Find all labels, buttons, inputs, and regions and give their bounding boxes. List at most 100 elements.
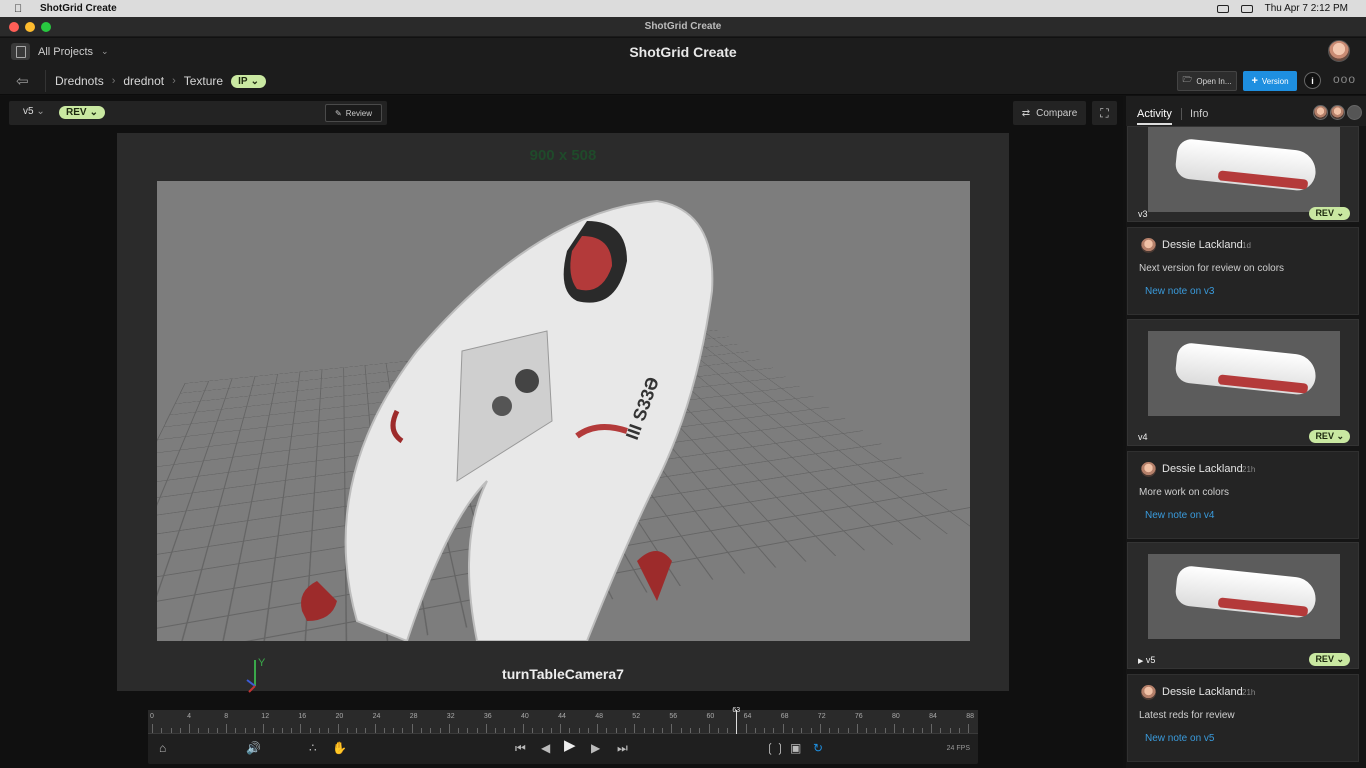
timeline-tick (857, 724, 858, 733)
timeline-minor-tick (245, 728, 246, 733)
media-viewport[interactable]: 900 x 508 III S33Ə Y turnTableCamera7 (117, 133, 1009, 691)
zoom-window-button[interactable] (41, 22, 51, 32)
minimize-window-button[interactable] (25, 22, 35, 32)
timeline: 0 4 8 12 16 20 24 28 32 36 40 44 48 52 56 60 64 68 72 76 80 8… (148, 710, 978, 764)
in-out-icon[interactable]: ❲❳ (765, 741, 785, 755)
open-in-button[interactable]: 🗁 Open In... (1177, 71, 1237, 91)
timeline-minor-tick (254, 728, 255, 733)
rss-icon[interactable]: ⌂ (159, 741, 166, 755)
timeline-minor-tick (616, 728, 617, 733)
timeline-minor-tick (180, 728, 181, 733)
jump-start-icon[interactable]: ⏮ (515, 741, 526, 755)
frame-range-icon[interactable]: ▣ (790, 741, 801, 755)
new-note-link[interactable]: New note on v5 (1145, 733, 1215, 744)
participants[interactable] (1313, 105, 1362, 120)
timeline-minor-tick (811, 728, 812, 733)
timeline-minor-tick (356, 728, 357, 733)
task-status-badge[interactable]: IP ⌄ (231, 75, 266, 88)
timeline-tick-label: 80 (892, 713, 900, 720)
note-card[interactable]: Dessie Lackland 21h More work on colors … (1127, 451, 1359, 539)
user-avatar[interactable] (1328, 40, 1350, 62)
timeline-tick (486, 724, 487, 733)
version-card-v4[interactable]: v4 REV ⌄ (1127, 319, 1359, 446)
add-version-button[interactable]: + Version (1243, 71, 1297, 91)
timeline-minor-tick (235, 728, 236, 733)
more-options-button[interactable]: ooo (1333, 72, 1356, 86)
note-author: Dessie Lackland (1162, 239, 1243, 251)
timeline-tick-label: 76 (855, 713, 863, 720)
back-arrow-icon[interactable]: ⇦ (16, 72, 29, 90)
timeline-tick-label: 52 (632, 713, 640, 720)
new-note-link[interactable]: New note on v4 (1145, 510, 1215, 521)
step-back-icon[interactable]: ◀ (541, 741, 550, 755)
menubar-app-name[interactable]: ShotGrid Create (40, 3, 117, 14)
annotate-icon[interactable]: ∴ (309, 741, 317, 755)
tab-divider (1181, 108, 1182, 120)
version-status-badge[interactable]: REV ⌄ (1309, 653, 1350, 666)
jump-end-icon[interactable]: ⏭ (617, 741, 628, 755)
timeline-minor-tick (291, 728, 292, 733)
display-icon[interactable] (1217, 5, 1229, 13)
tab-activity[interactable]: Activity (1137, 108, 1172, 120)
note-body: More work on colors (1139, 487, 1229, 498)
version-status-label: REV (1315, 654, 1334, 664)
new-note-link[interactable]: New note on v3 (1145, 286, 1215, 297)
timeline-tick-label: 56 (669, 713, 677, 720)
close-window-button[interactable] (9, 22, 19, 32)
camera-label: turnTableCamera7 (117, 666, 1009, 682)
timeline-minor-tick (393, 728, 394, 733)
breadcrumb-project[interactable]: Drednots (55, 74, 104, 88)
timeline-tick-label: 60 (707, 713, 715, 720)
timeline-ruler[interactable]: 0 4 8 12 16 20 24 28 32 36 40 44 48 52 56 60 64 68 72 76 80 8… (148, 710, 978, 734)
info-button[interactable]: i (1304, 72, 1321, 89)
open-in-label: Open In... (1196, 77, 1231, 86)
version-card-v3[interactable]: v3 REV ⌄ (1127, 126, 1359, 222)
step-forward-icon[interactable]: ▶ (591, 741, 600, 755)
version-status-badge[interactable]: REV ⌄ (1309, 430, 1350, 443)
review-button[interactable]: ✎ Review (325, 104, 382, 122)
timeline-tick (226, 724, 227, 733)
timeline-minor-tick (773, 728, 774, 733)
version-selector[interactable]: v5 ⌄ (23, 106, 45, 117)
chevron-down-icon: ⌄ (251, 76, 259, 87)
timeline-minor-tick (727, 728, 728, 733)
hand-icon[interactable]: ✋ (332, 741, 347, 755)
version-status-label: REV (1315, 208, 1334, 218)
volume-icon[interactable]: 🔊 (246, 741, 261, 755)
tab-info[interactable]: Info (1190, 108, 1208, 120)
timeline-tick (894, 724, 895, 733)
divider (45, 70, 46, 92)
app-header: All Projects ⌄ ShotGrid Create (0, 38, 1366, 66)
note-card[interactable]: Dessie Lackland 1d Next version for revi… (1127, 227, 1359, 315)
compare-button[interactable]: ⇄ Compare (1013, 101, 1086, 125)
resolution-label: 900 x 508 (117, 147, 1009, 164)
note-card[interactable]: Dessie Lackland 21h Latest reds for revi… (1127, 674, 1359, 762)
menubar-clock[interactable]: Thu Apr 7 2:12 PM (1265, 3, 1348, 14)
timeline-tick-label: 20 (336, 713, 344, 720)
version-thumbnail (1148, 554, 1340, 639)
play-icon[interactable]: ▶ (564, 739, 576, 753)
version-status-badge[interactable]: REV ⌄ (1309, 207, 1350, 220)
loop-icon[interactable]: ↻ (813, 741, 823, 755)
timeline-tick (560, 724, 561, 733)
version-status-badge[interactable]: REV ⌄ (59, 106, 105, 119)
version-card-v5[interactable]: ▶ v5 REV ⌄ (1127, 542, 1359, 669)
timeline-tick (152, 724, 153, 733)
timeline-tick-label: 88 (966, 713, 974, 720)
compare-icon: ⇄ (1022, 108, 1030, 119)
apple-icon[interactable]:  (14, 3, 28, 15)
window-title: ShotGrid Create (645, 21, 722, 32)
timeline-minor-tick (171, 728, 172, 733)
note-body: Latest reds for review (1139, 710, 1235, 721)
controlcenter-icon[interactable] (1241, 5, 1253, 13)
timeline-tick-label: 40 (521, 713, 529, 720)
timeline-minor-tick (848, 728, 849, 733)
breadcrumb-asset[interactable]: drednot (123, 74, 164, 88)
timeline-tick-label: 64 (744, 713, 752, 720)
breadcrumb-task[interactable]: Texture (184, 74, 223, 88)
fullscreen-button[interactable]: ⛶ (1092, 101, 1117, 125)
timeline-minor-tick (495, 728, 496, 733)
compare-label: Compare (1036, 108, 1077, 119)
timeline-minor-tick (801, 728, 802, 733)
timeline-minor-tick (764, 728, 765, 733)
